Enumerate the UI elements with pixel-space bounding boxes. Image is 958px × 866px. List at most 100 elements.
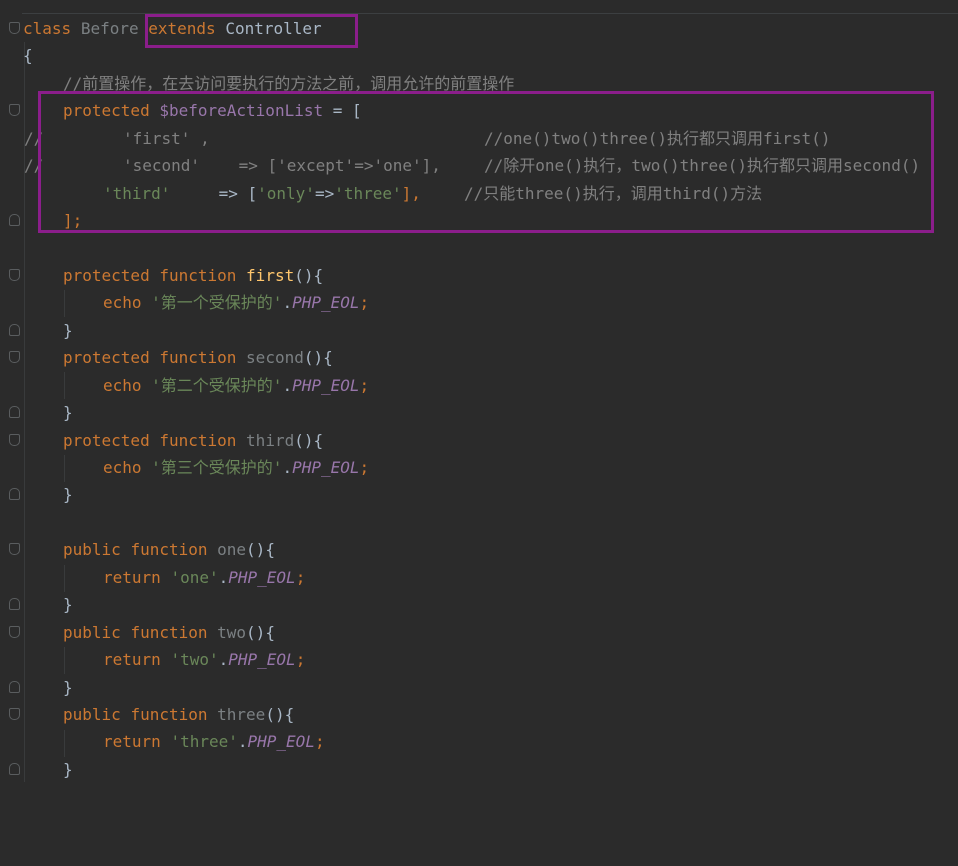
code-line-body: return 'one'.PHP_EOL; — [0, 564, 958, 591]
keyword-echo: echo — [103, 293, 142, 313]
method-signature: (){ — [246, 540, 275, 560]
code-line-method-first: protected function first(){ — [0, 262, 958, 289]
fold-marker-icon[interactable] — [9, 214, 20, 227]
concat-dot: . — [282, 375, 293, 395]
class-name: Before — [80, 19, 139, 38]
code-line: } — [0, 756, 958, 783]
editor-top-border — [0, 13, 958, 14]
fold-marker-icon[interactable] — [9, 104, 20, 117]
method-name: two — [217, 622, 247, 642]
fold-marker-icon[interactable] — [9, 433, 20, 446]
code-line: { — [0, 42, 958, 69]
fold-marker-icon[interactable] — [9, 598, 20, 611]
method-signature: (){ — [294, 430, 324, 450]
concat-dot: . — [237, 732, 248, 752]
code-line: } — [0, 399, 958, 426]
fold-marker-icon[interactable] — [9, 680, 20, 693]
concat-dot: . — [218, 567, 229, 587]
concat-dot: . — [218, 650, 229, 670]
fold-marker-icon[interactable] — [9, 323, 20, 336]
keyword-visibility: protected — [63, 430, 150, 450]
constant-php-eol: PHP_EOL — [292, 293, 360, 313]
string-literal: 'one' — [170, 567, 219, 587]
brace-open: { — [23, 46, 33, 66]
keyword-visibility: public — [63, 540, 121, 560]
method-name: third — [246, 430, 295, 450]
semicolon: ; — [359, 458, 370, 477]
code-line: } — [0, 317, 958, 344]
semicolon: ; — [314, 732, 325, 752]
method-signature: (){ — [265, 704, 295, 724]
brace-close: } — [63, 320, 73, 340]
constant-php-eol: PHP_EOL — [247, 732, 315, 752]
keyword-return: return — [103, 732, 161, 752]
code-line: } — [0, 674, 958, 701]
code-line-method-two: public function two(){ — [0, 619, 958, 646]
fold-marker-icon[interactable] — [9, 762, 20, 775]
semicolon: ; — [295, 650, 306, 670]
code-line-method-third: protected function third(){ — [0, 427, 958, 454]
code-line-method-second: protected function second(){ — [0, 344, 958, 371]
fold-marker-icon[interactable] — [9, 351, 20, 364]
fold-marker-icon[interactable] — [9, 406, 20, 419]
method-signature: (){ — [294, 265, 324, 285]
fold-marker-icon[interactable] — [9, 543, 20, 556]
keyword-function: function — [159, 348, 237, 368]
keyword-visibility: protected — [63, 348, 150, 368]
semicolon: ; — [295, 567, 306, 587]
method-name: three — [217, 704, 266, 724]
code-line-body: echo '第一个受保护的'.PHP_EOL; — [0, 289, 958, 316]
method-name: one — [217, 540, 247, 560]
brace-close: } — [63, 403, 73, 423]
code-line: } — [0, 591, 958, 618]
highlight-box-extends — [145, 14, 358, 48]
keyword-function: function — [159, 265, 237, 285]
keyword-visibility: public — [63, 622, 121, 642]
code-line-body: return 'three'.PHP_EOL; — [0, 728, 958, 755]
keyword-echo: echo — [103, 375, 142, 395]
brace-close: } — [63, 759, 73, 779]
keyword-visibility: public — [63, 704, 121, 724]
semicolon: ; — [359, 293, 370, 313]
keyword-return: return — [103, 567, 161, 587]
method-signature: (){ — [303, 348, 333, 368]
keyword-echo: echo — [103, 458, 142, 477]
method-signature: (){ — [246, 622, 275, 642]
brace-close: } — [63, 677, 73, 697]
fold-marker-icon[interactable] — [9, 488, 20, 501]
keyword-function: function — [130, 540, 208, 560]
fold-marker-icon[interactable] — [9, 625, 20, 638]
string-literal: 'three' — [170, 732, 238, 752]
semicolon: ; — [359, 375, 370, 395]
string-literal: '第二个受保护的' — [151, 375, 283, 395]
fold-marker-icon[interactable] — [9, 268, 20, 281]
code-line-body: echo '第二个受保护的'.PHP_EOL; — [0, 372, 958, 399]
constant-php-eol: PHP_EOL — [228, 650, 296, 670]
constant-php-eol: PHP_EOL — [228, 567, 296, 587]
fold-marker-icon[interactable] — [9, 22, 20, 34]
method-name: first — [246, 265, 295, 285]
keyword-visibility: protected — [63, 265, 150, 285]
code-editor[interactable]: class Before extends Controller { //前置操作… — [0, 0, 958, 783]
keyword-return: return — [103, 650, 161, 670]
concat-dot: . — [282, 293, 293, 313]
highlight-box-before-action-list — [38, 91, 934, 233]
concat-dot: . — [282, 458, 293, 477]
string-literal: '第三个受保护的' — [151, 458, 283, 477]
method-name: second — [246, 348, 304, 368]
brace-close: } — [63, 595, 73, 615]
brace-close: } — [63, 485, 73, 505]
fold-marker-icon[interactable] — [9, 707, 20, 720]
code-line-body: return 'two'.PHP_EOL; — [0, 646, 958, 673]
keyword-function: function — [130, 622, 208, 642]
keyword-function: function — [130, 704, 208, 724]
keyword-class: class — [23, 19, 72, 38]
string-literal: 'two' — [170, 650, 219, 670]
keyword-function: function — [159, 430, 237, 450]
constant-php-eol: PHP_EOL — [292, 458, 360, 477]
string-literal: '第一个受保护的' — [151, 293, 283, 313]
code-line-body: echo '第三个受保护的'.PHP_EOL; — [0, 454, 958, 481]
code-line: } — [0, 481, 958, 508]
